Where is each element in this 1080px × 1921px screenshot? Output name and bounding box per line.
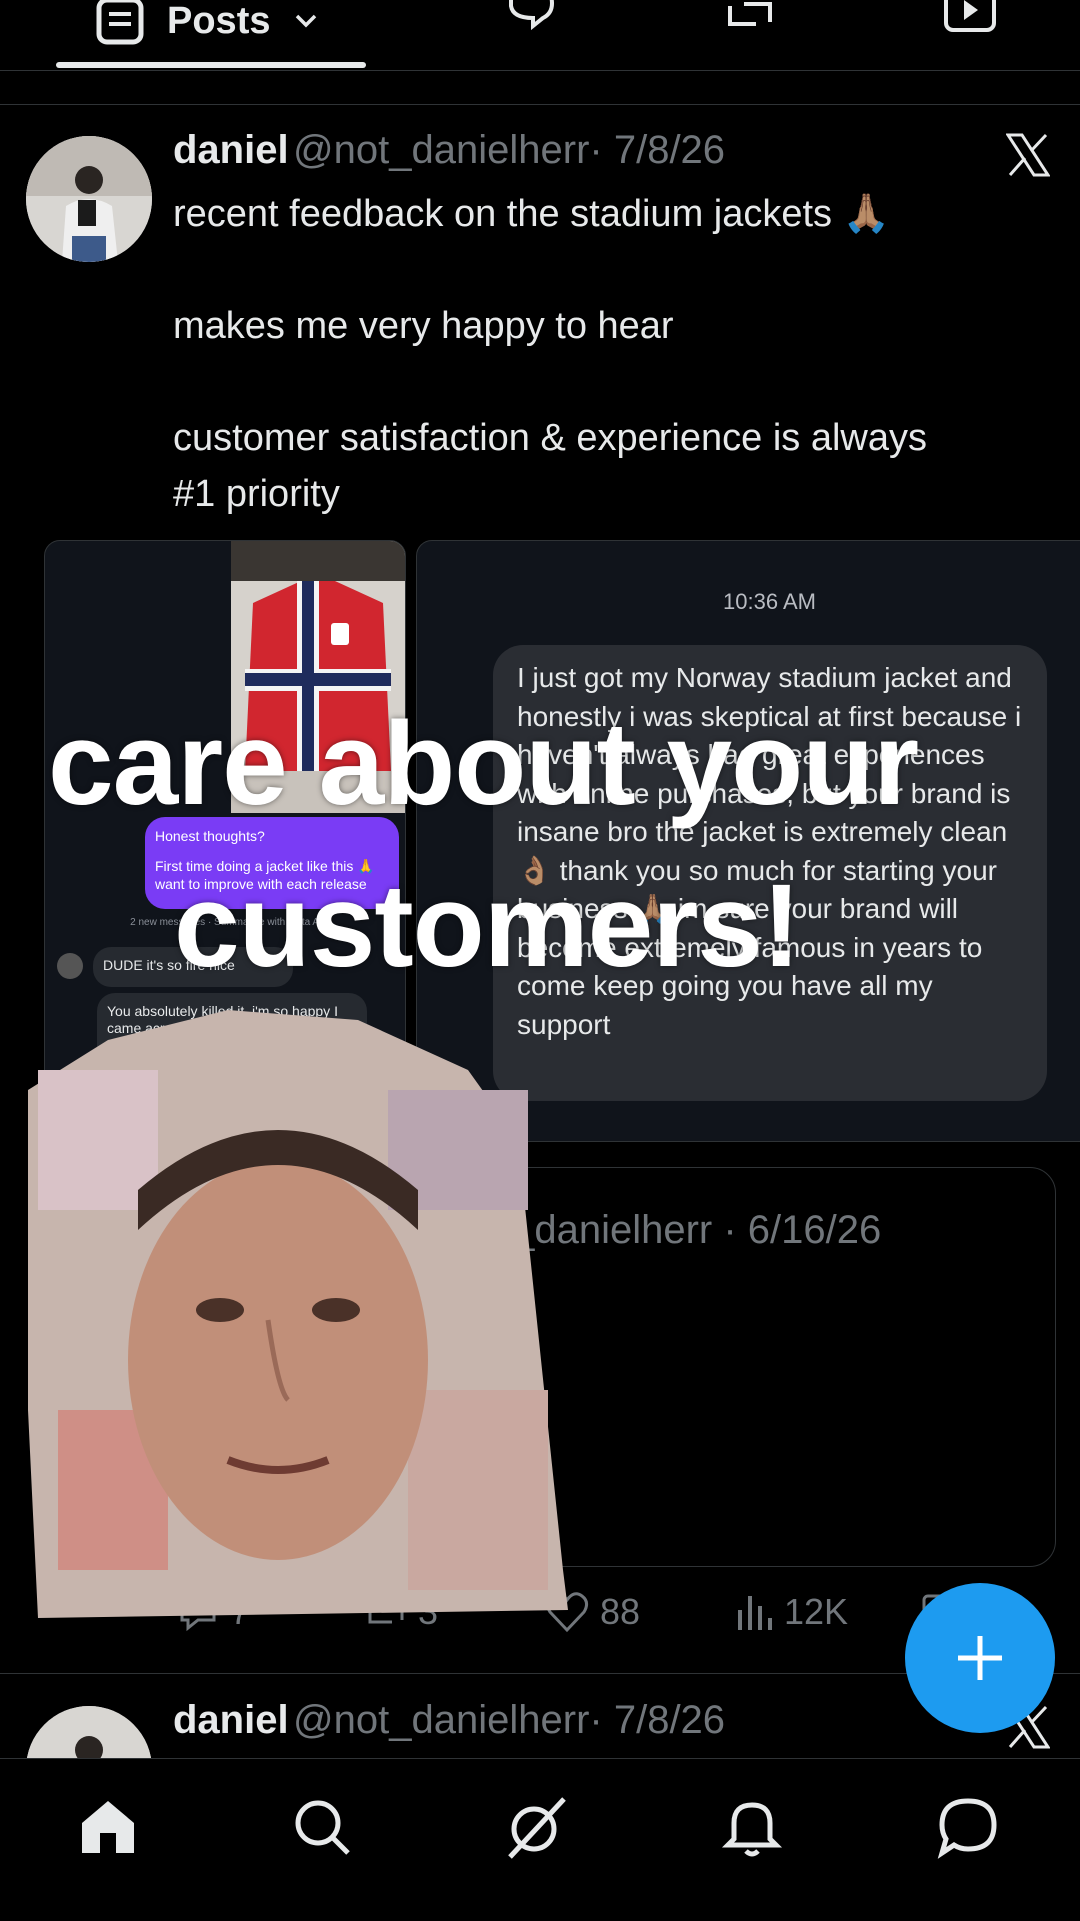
like-count: 88	[600, 1591, 641, 1632]
author-name[interactable]: daniel	[173, 128, 289, 172]
grok-icon[interactable]	[504, 1795, 568, 1859]
divider	[0, 104, 1080, 105]
avatar[interactable]	[26, 136, 152, 262]
author-handle[interactable]: @not_danielherr	[293, 128, 589, 172]
messages-icon[interactable]	[936, 1795, 1000, 1859]
tab-posts[interactable]: Posts	[55, 0, 365, 60]
search-icon[interactable]	[290, 1795, 354, 1859]
post-date: · 7/8/26	[589, 1698, 726, 1742]
tab-media-icon[interactable]	[942, 0, 998, 42]
x-logo-icon	[1006, 133, 1050, 177]
document-icon	[96, 0, 144, 45]
views-chart-icon	[738, 1596, 772, 1630]
caption-line-1: care about your	[48, 698, 919, 830]
tab-posts-label: Posts	[167, 0, 271, 42]
caption-line-2: customers!	[174, 860, 801, 992]
post-date: · 7/8/26	[589, 128, 726, 172]
plus-icon	[958, 1636, 1002, 1680]
author-handle[interactable]: @not_danielherr	[293, 1698, 589, 1742]
creator-face-overlay	[28, 1010, 568, 1618]
compose-post-button[interactable]	[905, 1583, 1055, 1733]
avatar-photo	[26, 136, 152, 262]
message-time: 10:36 AM	[723, 589, 816, 614]
tab-active-indicator	[56, 62, 366, 68]
views-button[interactable]: 12K	[734, 1590, 848, 1634]
views-count: 12K	[784, 1591, 849, 1632]
notifications-bell-icon[interactable]	[720, 1795, 784, 1859]
ig-avatar	[57, 953, 83, 979]
chevron-down-icon	[296, 14, 317, 28]
post-text: recent feedback on the stadium jackets 🙏…	[173, 193, 927, 515]
author-name[interactable]: daniel	[173, 1698, 289, 1742]
home-icon[interactable]	[76, 1795, 140, 1859]
tab-reposts-icon[interactable]	[722, 0, 778, 42]
tab-replies-icon[interactable]	[503, 0, 559, 42]
